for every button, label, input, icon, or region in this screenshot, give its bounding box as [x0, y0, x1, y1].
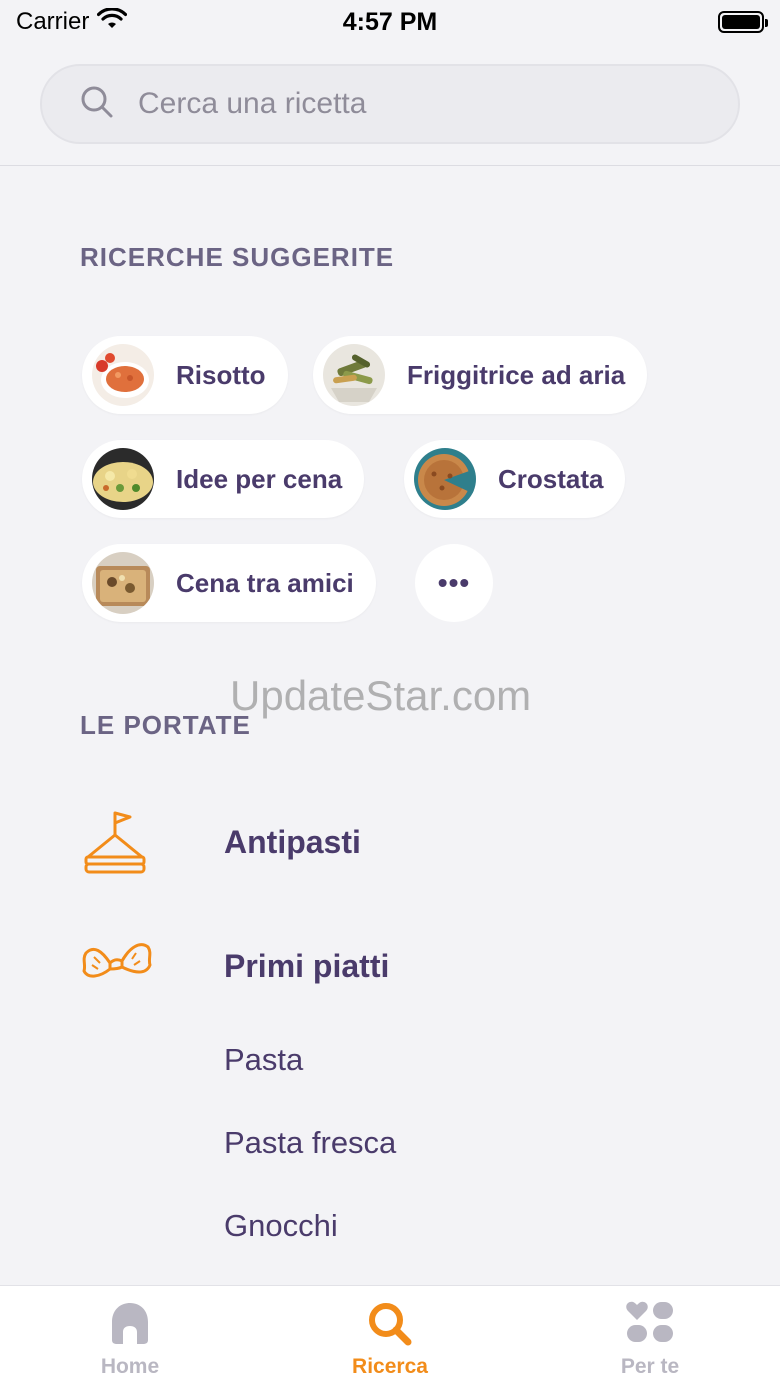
status-bar: Carrier 4:57 PM — [0, 0, 780, 44]
tab-label: Ricerca — [352, 1355, 428, 1378]
ellipsis-icon: ••• — [437, 567, 471, 598]
chip-cena-tra-amici[interactable]: Cena tra amici — [82, 544, 376, 622]
tab-label: Home — [100, 1355, 160, 1378]
sandwich-icon — [80, 802, 184, 882]
tab-bar: Home Ricerca Per te — [0, 1285, 780, 1387]
grid-heart-icon — [625, 1300, 675, 1351]
course-primi-piatti[interactable]: Primi piatti — [80, 926, 389, 1006]
chip-label: Crostata — [498, 463, 604, 494]
farfalle-pasta-icon — [80, 926, 184, 1006]
chip-label: Idee per cena — [176, 463, 343, 494]
course-label: Primi piatti — [224, 947, 390, 984]
chip-label: Friggitrice ad aria — [407, 359, 626, 390]
carrier-label: Carrier — [16, 8, 90, 35]
search-input[interactable] — [138, 87, 698, 121]
cena-tra-amici-thumbnail — [92, 552, 154, 614]
status-right — [564, 11, 768, 33]
subcategory-pasta[interactable]: Pasta — [224, 1042, 303, 1078]
course-label: Antipasti — [224, 823, 361, 860]
subcategory-gnocchi[interactable]: Gnocchi — [224, 1208, 338, 1244]
chip-label: Cena tra amici — [176, 567, 354, 598]
courses-title: LE PORTATE — [80, 710, 251, 740]
wifi-icon — [97, 6, 128, 37]
risotto-thumbnail — [92, 344, 154, 406]
tab-label: Per te — [620, 1355, 680, 1378]
search-icon — [80, 85, 114, 124]
chip-idee-per-cena[interactable]: Idee per cena — [82, 440, 365, 518]
search-divider — [0, 165, 780, 166]
suggested-title: RICERCHE SUGGERITE — [80, 242, 395, 272]
crostata-thumbnail — [414, 448, 476, 510]
course-antipasti[interactable]: Antipasti — [80, 802, 361, 882]
chip-friggitrice[interactable]: Friggitrice ad aria — [313, 336, 648, 414]
more-suggestions-button[interactable]: ••• — [415, 544, 493, 622]
search-icon — [366, 1300, 414, 1351]
tab-per-te[interactable]: Per te — [520, 1286, 780, 1387]
chip-risotto[interactable]: Risotto — [82, 336, 288, 414]
chip-label: Risotto — [176, 359, 266, 390]
battery-icon — [717, 11, 768, 33]
tab-home[interactable]: Home — [0, 1286, 260, 1387]
friggitrice-thumbnail — [323, 344, 385, 406]
status-left: Carrier — [16, 6, 216, 37]
idee-per-cena-thumbnail — [92, 448, 154, 510]
tab-ricerca[interactable]: Ricerca — [260, 1286, 520, 1387]
chip-crostata[interactable]: Crostata — [404, 440, 626, 518]
watermark: UpdateStar.com — [230, 672, 532, 719]
home-icon — [106, 1300, 154, 1351]
subcategory-pasta-fresca[interactable]: Pasta fresca — [224, 1125, 396, 1161]
search-bar[interactable] — [40, 64, 740, 144]
status-time: 4:57 PM — [342, 7, 438, 36]
